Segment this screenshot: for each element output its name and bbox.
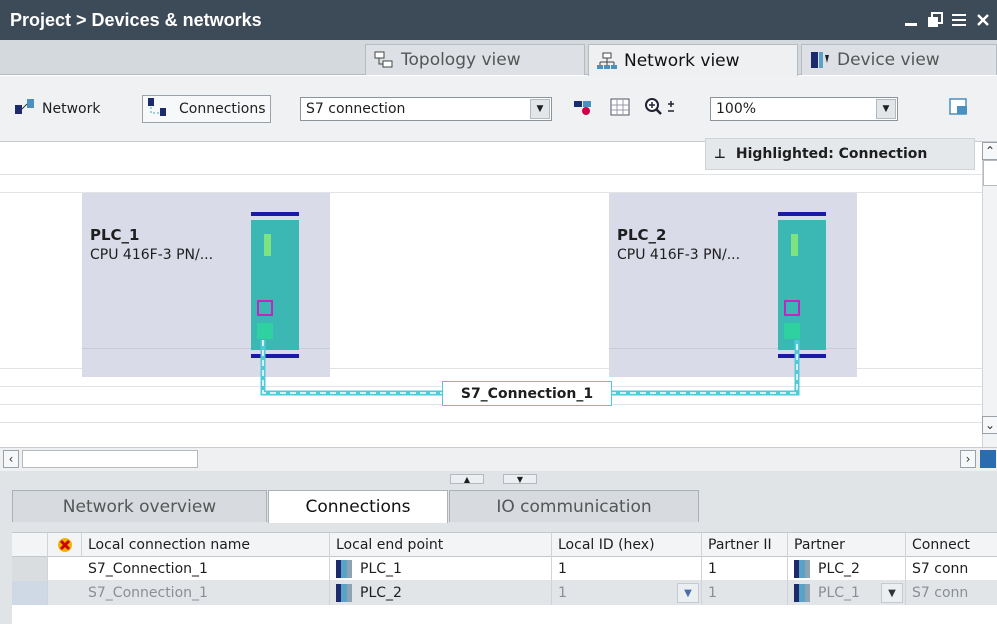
maximize-icon[interactable] (949, 9, 969, 31)
zoom-in-icon (644, 97, 680, 121)
column-header[interactable]: Local connection name (82, 533, 330, 557)
network-icon (597, 52, 617, 70)
split-down-icon[interactable]: ▼ (503, 474, 537, 484)
connection-type[interactable]: S7 conn (906, 581, 997, 605)
float-icon[interactable] (925, 9, 945, 31)
connection-label[interactable]: S7_Connection_1 (442, 381, 612, 406)
pin-icon[interactable]: ⊥ (714, 147, 726, 162)
partner-id[interactable]: 1 (702, 581, 788, 605)
highlighted-label: Highlighted: Connection (735, 146, 928, 162)
scroll-thumb[interactable] (22, 450, 198, 468)
zoom-select[interactable]: 100% ▼ (710, 97, 898, 121)
scroll-up-icon[interactable]: ⌃ (982, 142, 997, 160)
partner-value: PLC_1 (818, 585, 860, 601)
connection-type-value: S7 connection (306, 101, 406, 117)
table-row[interactable]: S7_Connection_1 PLC_2 1 ▼ 1 PLC_1 ▼ S7 con… (12, 581, 997, 605)
row-selector[interactable] (12, 557, 48, 581)
tab-device-view[interactable]: Device view (801, 44, 997, 75)
local-end-point[interactable]: PLC_2 (330, 581, 552, 605)
connections-button[interactable]: Connections (142, 95, 271, 123)
local-end-point[interactable]: PLC_1 (330, 557, 552, 581)
highlighted-connection-box: ⊥ Highlighted: Connection (705, 138, 975, 170)
zoom-button[interactable] (640, 96, 684, 122)
column-header[interactable]: Partner II (702, 533, 788, 557)
column-header[interactable]: Local end point (330, 533, 552, 557)
column-header[interactable]: Connect (906, 533, 997, 557)
scroll-left-icon[interactable]: ‹ (3, 450, 19, 468)
table-header: Local connection name Local end point Lo… (12, 533, 997, 557)
connections-mode-icon (147, 97, 169, 121)
zoom-value: 100% (716, 101, 757, 117)
close-icon[interactable] (973, 9, 993, 31)
local-id-value: 1 (558, 585, 567, 601)
address-icon (572, 97, 594, 121)
partner-value: PLC_2 (818, 561, 860, 577)
scroll-thumb[interactable] (983, 160, 997, 186)
local-id[interactable]: 1 (552, 557, 702, 581)
partner[interactable]: PLC_1 ▼ (788, 581, 906, 605)
plc-icon (336, 584, 352, 602)
device-icon (810, 51, 830, 69)
tab-device-label: Device view (837, 50, 940, 70)
connection-type[interactable]: S7 conn (906, 557, 997, 581)
properties-button[interactable] (944, 96, 974, 122)
network-button[interactable]: Network (10, 96, 104, 122)
plc-icon (794, 560, 810, 578)
minimize-icon[interactable] (901, 9, 921, 31)
connections-table: Local connection name Local end point Lo… (12, 532, 997, 624)
column-header[interactable]: Local ID (hex) (552, 533, 702, 557)
local-connection-name[interactable]: S7_Connection_1 (82, 557, 330, 581)
tab-connections[interactable]: Connections (268, 490, 448, 523)
tab-io-communication[interactable]: IO communication (449, 490, 699, 522)
tab-topology-view[interactable]: Topology view (365, 44, 585, 75)
tab-network-overview[interactable]: Network overview (12, 490, 267, 522)
row-selector[interactable] (12, 581, 48, 605)
scroll-right-icon[interactable]: › (960, 450, 976, 468)
connection-type-select[interactable]: S7 connection ▼ (300, 97, 552, 121)
local-connection-name[interactable]: S7_Connection_1 (82, 581, 330, 605)
grid-icon (610, 97, 630, 121)
window-title: Project > Devices & networks (10, 9, 262, 30)
tab-network-label: Network view (624, 50, 740, 71)
vertical-scrollbar[interactable]: ⌃ ⌄ (982, 142, 997, 447)
plc-icon (336, 560, 352, 578)
scroll-down-icon[interactable]: ⌄ (982, 416, 997, 434)
view-tabs-bar: Topology view Network view Device view (0, 40, 997, 76)
table-row[interactable]: S7_Connection_1 PLC_1 1 1 PLC_2 S7 conn (12, 557, 997, 581)
chevron-down-icon[interactable]: ▼ (530, 99, 550, 119)
network-mode-icon (14, 98, 36, 120)
tab-network-view[interactable]: Network view (588, 44, 798, 76)
column-header[interactable]: Partner (788, 533, 906, 557)
properties-icon (948, 97, 970, 121)
chevron-down-icon[interactable]: ▼ (677, 583, 699, 603)
window-titlebar: Project > Devices & networks (0, 0, 997, 40)
grid-button[interactable] (606, 96, 634, 122)
partner[interactable]: PLC_2 (788, 557, 906, 581)
chevron-down-icon[interactable]: ▼ (876, 99, 896, 119)
overview-navigator-icon[interactable] (980, 450, 996, 468)
topology-icon (374, 51, 394, 69)
partner-id[interactable]: 1 (702, 557, 788, 581)
horizontal-scrollbar[interactable]: ‹ › (0, 447, 997, 471)
row-header-corner (12, 533, 48, 557)
local-end-point-value: PLC_1 (360, 561, 402, 577)
tab-topology-label: Topology view (401, 50, 521, 70)
local-id[interactable]: 1 ▼ (552, 581, 702, 605)
local-end-point-value: PLC_2 (360, 585, 402, 601)
show-addresses-button[interactable] (568, 96, 598, 122)
split-up-icon[interactable]: ▲ (450, 474, 484, 484)
network-button-label: Network (42, 101, 101, 117)
diagnostics-icon (48, 533, 82, 557)
plc-icon (794, 584, 810, 602)
connections-button-label: Connections (179, 101, 266, 117)
chevron-down-icon[interactable]: ▼ (881, 583, 903, 603)
